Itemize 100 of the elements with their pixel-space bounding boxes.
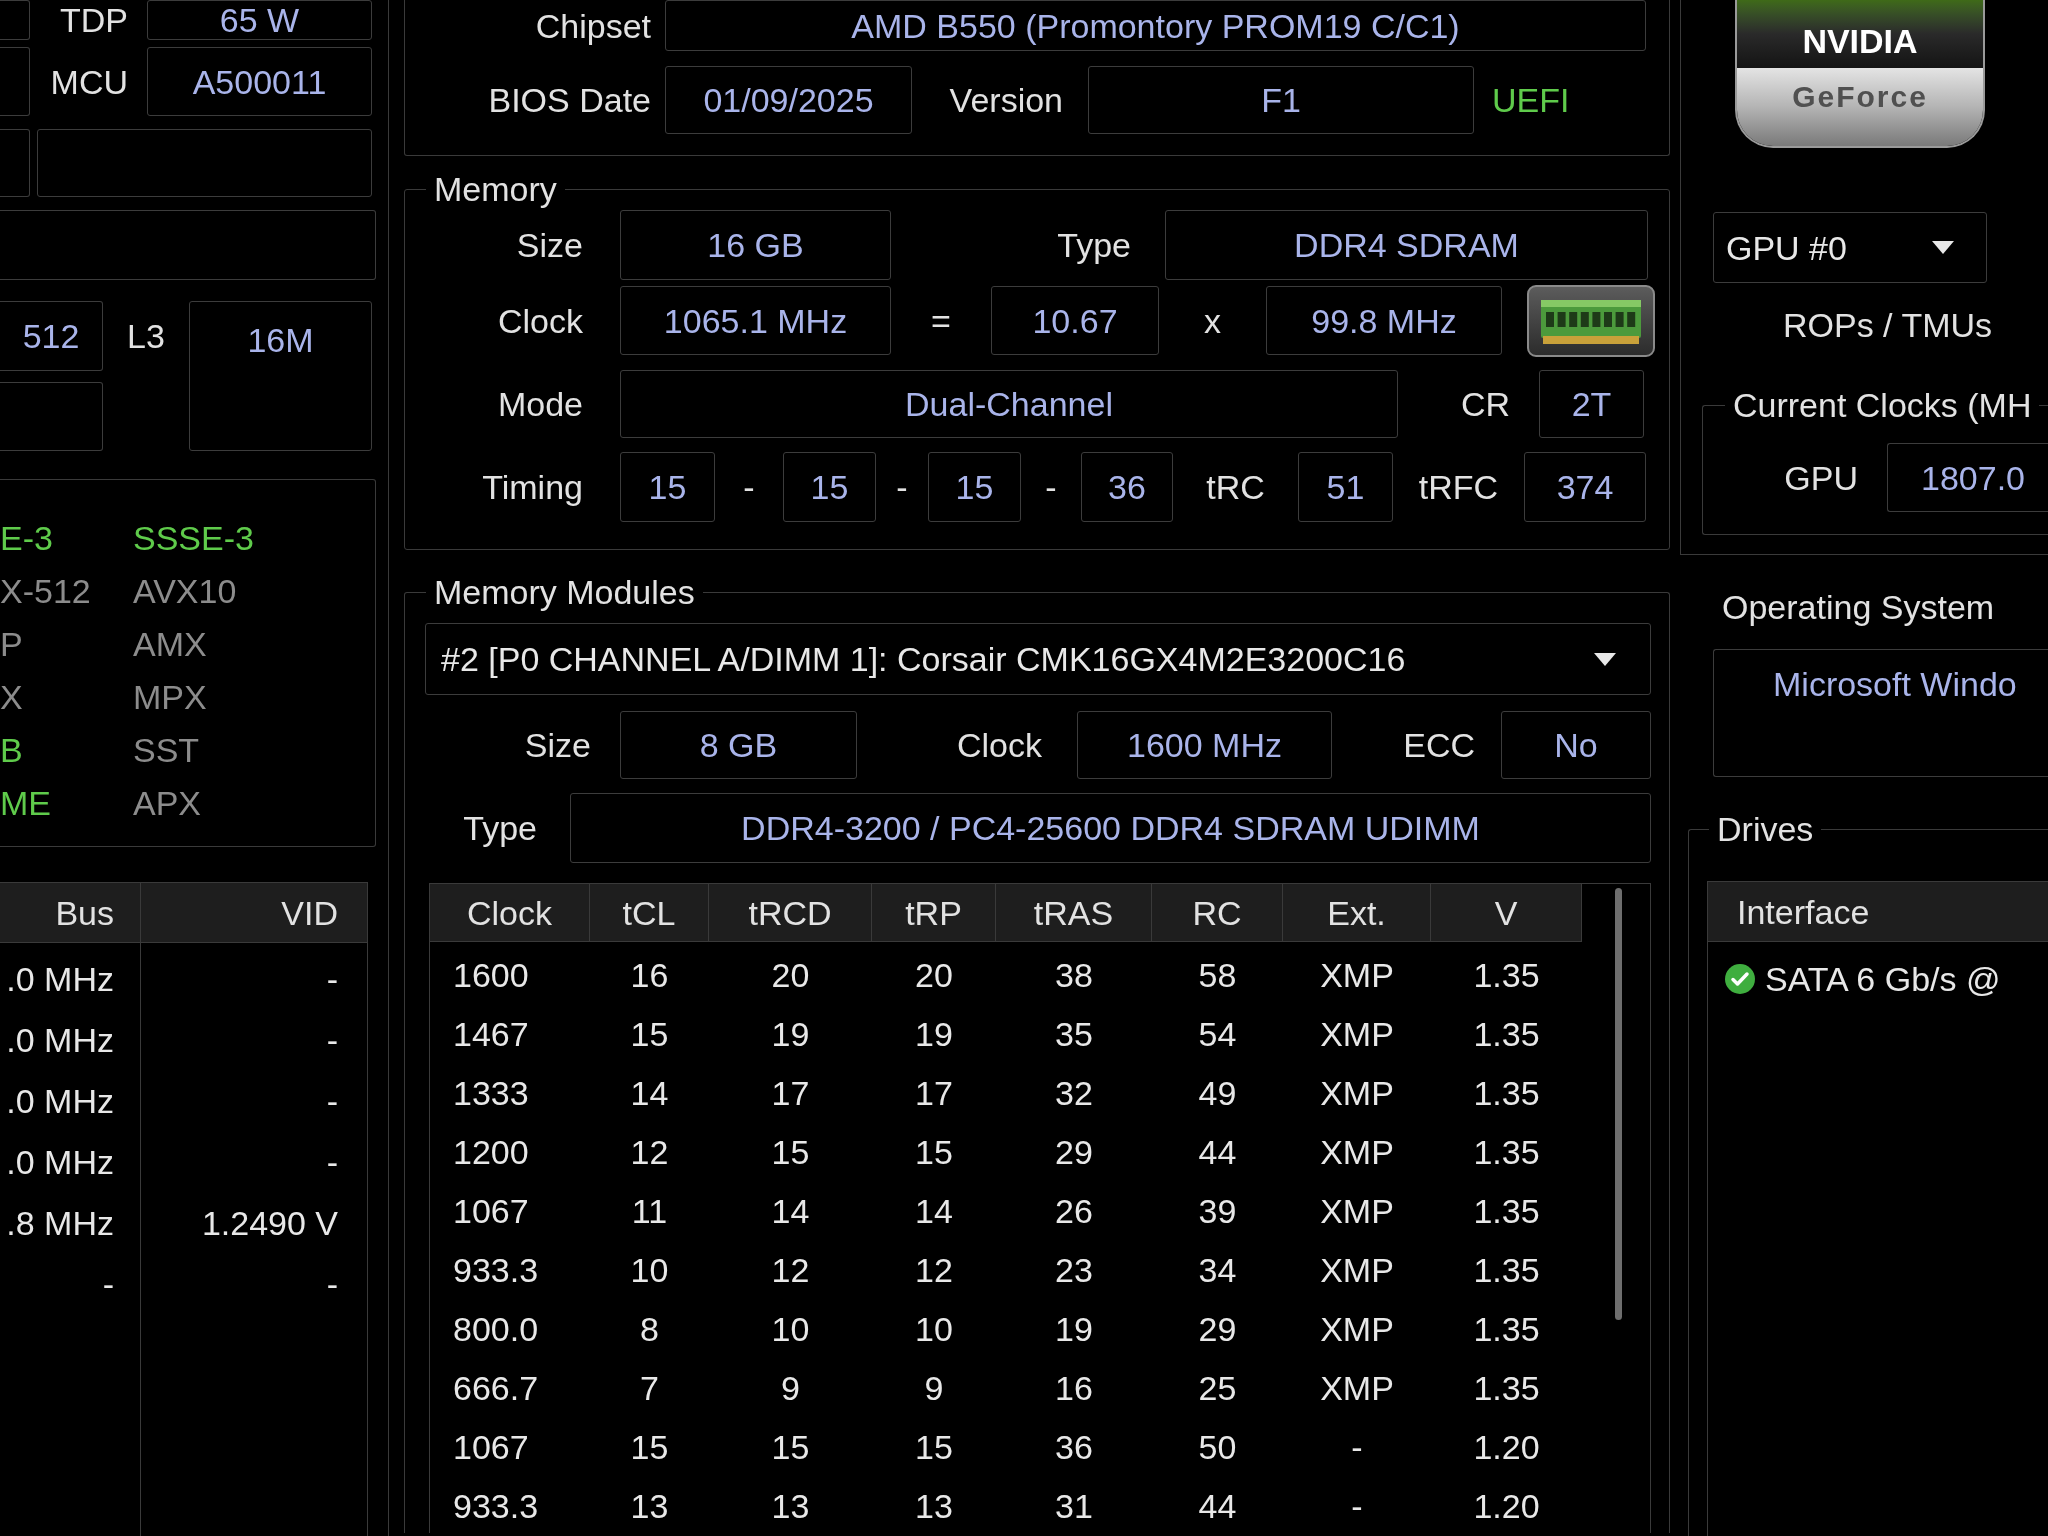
table-cell: 19 [771, 1016, 810, 1051]
readout-field: 374 [1524, 452, 1646, 522]
table-cell: 19 [1055, 1311, 1093, 1346]
memory-details-button[interactable] [1527, 284, 1655, 357]
table-cell: 17 [771, 1075, 810, 1110]
table-cell: 17 [915, 1075, 953, 1110]
table-cell: 29 [1055, 1134, 1093, 1169]
column-header[interactable]: RC [1152, 884, 1283, 942]
field-label: ECC [1403, 728, 1475, 762]
table-cell: 1.20 [1473, 1429, 1540, 1464]
readout-field: Dual-Channel [620, 370, 1398, 438]
table-cell: XMP [1320, 1370, 1394, 1405]
readout-field: 51 [1298, 452, 1393, 522]
table-cell: .0 MHz [6, 1144, 114, 1179]
table-cell: - [326, 961, 338, 996]
table-cell: 1.2490 V [201, 1205, 338, 1240]
field-label: Timing [482, 470, 583, 504]
readout-field: 36 [1081, 452, 1173, 522]
readout-field: 15 [928, 452, 1021, 522]
empty-readout-field [0, 0, 30, 40]
group-title: Current Clocks (MH [1733, 386, 2032, 424]
gpu-dropdown[interactable]: GPU #0 [1713, 212, 1987, 283]
table-cell: XMP [1320, 1134, 1394, 1169]
table-cell: 1.20 [1473, 1488, 1540, 1523]
cpu-feature-label: X-512 [0, 573, 91, 608]
table-cell: 1067 [453, 1429, 529, 1464]
table-cell: XMP [1320, 1252, 1394, 1287]
column-header[interactable]: V [1431, 884, 1582, 942]
readout-field: 1807.0 [1887, 443, 2048, 512]
column-header[interactable]: tCL [590, 884, 709, 942]
table-cell: 44 [1198, 1134, 1237, 1169]
readout-field: AMD B550 (Promontory PROM19 C/C1) [665, 0, 1646, 51]
table-cell: XMP [1320, 957, 1394, 992]
field-label: Clock [497, 303, 583, 338]
column-header[interactable]: VID [141, 883, 367, 942]
field-label: Type [463, 811, 537, 845]
cpu-feature-label: AVX10 [133, 573, 237, 608]
group-title: Drives [1717, 810, 1814, 848]
readout-field: A500011 [147, 47, 372, 116]
table-cell: 23 [1055, 1252, 1093, 1287]
column-header[interactable]: Clock [430, 884, 590, 942]
column-header[interactable]: tRCD [709, 884, 872, 942]
table-cell: 8 [640, 1311, 659, 1346]
table-cell: 7 [640, 1370, 659, 1405]
timing-separator: - [1045, 470, 1057, 504]
field-label: BIOS Date [488, 83, 651, 117]
field-label: MCU [50, 64, 128, 99]
readout-field: 16 GB [620, 210, 891, 280]
cpu-feature-label: SST [133, 732, 200, 767]
table-cell: 35 [1055, 1016, 1093, 1051]
table-cell: 10 [915, 1311, 953, 1346]
table-cell: 1200 [453, 1134, 529, 1169]
scrollbar-thumb[interactable] [1614, 888, 1622, 1320]
readout-field: 1600 MHz [1077, 711, 1332, 779]
readout-field: 2T [1539, 370, 1644, 438]
timing-separator: - [743, 470, 755, 504]
readout-field: 1065.1 MHz [620, 286, 891, 355]
table-cell: 1.35 [1473, 1193, 1540, 1228]
field-label: Chipset [535, 8, 651, 43]
table-cell: - [326, 1266, 338, 1301]
module-dropdown[interactable]: #2 [P0 CHANNEL A/DIMM 1]: Corsair CMK16GX4M2E3200C16 [425, 623, 1651, 695]
table-cell: 14 [915, 1193, 953, 1228]
table-cell: 25 [1198, 1370, 1237, 1405]
table-cell: 32 [1055, 1075, 1093, 1110]
multiply-sign: x [1204, 303, 1221, 338]
logo-product-text: GeForce [1792, 82, 1928, 112]
field-label: tRC [1206, 470, 1265, 504]
table-cell: 39 [1198, 1193, 1237, 1228]
table-cell: 800.0 [453, 1311, 539, 1346]
table-cell: 12 [771, 1252, 810, 1287]
field-label: Clock [956, 728, 1042, 762]
group-title: Memory [434, 170, 557, 208]
table-cell: 16 [1055, 1370, 1093, 1405]
cpu-feature-label: B [0, 732, 23, 767]
column-header[interactable]: Interface [1708, 882, 2048, 941]
cpu-feature-label: P [0, 626, 23, 661]
field-label: Version [949, 83, 1063, 117]
table-cell: 14 [771, 1193, 810, 1228]
table-cell: 31 [1055, 1488, 1093, 1523]
cpu-feature-label: X [0, 679, 23, 714]
field-label: tRFC [1418, 470, 1499, 504]
readout-field: 15 [783, 452, 876, 522]
field-label: CR [1460, 387, 1510, 421]
cpu-feature-label: SSSE-3 [133, 520, 254, 555]
table-cell: - [102, 1266, 114, 1301]
readout-field: 01/09/2025 [665, 66, 912, 134]
table-cell: 1467 [453, 1016, 529, 1051]
column-header[interactable]: tRP [872, 884, 996, 942]
table-cell: 1600 [453, 957, 529, 992]
column-header[interactable]: tRAS [996, 884, 1152, 942]
table-cell: 20 [915, 957, 953, 992]
table-cell: XMP [1320, 1311, 1394, 1346]
memory-module-icon [1541, 297, 1641, 344]
column-header[interactable]: Ext. [1283, 884, 1431, 942]
column-header[interactable]: Bus [0, 883, 141, 942]
table-cell: 1.35 [1473, 1370, 1540, 1405]
table-cell: 15 [630, 1016, 669, 1051]
table-cell: 13 [915, 1488, 953, 1523]
table-cell: .8 MHz [6, 1205, 114, 1240]
table-cell: 26 [1055, 1193, 1093, 1228]
